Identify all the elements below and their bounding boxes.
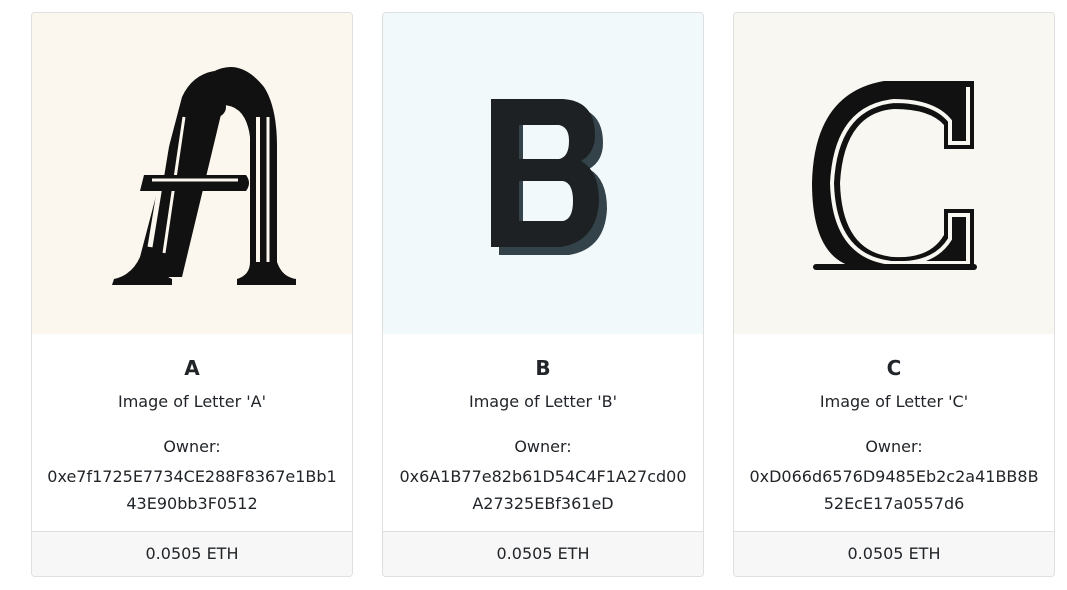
owner-label: Owner: (163, 437, 221, 456)
price-footer: 0.0505 ETH (383, 531, 703, 576)
owner-address: 0xD066d6576D9485Eb2c2a41BB8B52EcE17a0557… (749, 467, 1039, 513)
owner-label: Owner: (514, 437, 572, 456)
nft-card-c[interactable]: C Image of Letter 'C' Owner: 0xD066d6576… (733, 12, 1055, 577)
card-description: Image of Letter 'C' (819, 392, 969, 411)
price-footer: 0.0505 ETH (734, 531, 1054, 576)
letter-b-image (383, 13, 703, 334)
nft-card-a[interactable]: A Image of Letter 'A' Owner: 0xe7f1725E7… (31, 12, 353, 577)
nft-card-b[interactable]: B Image of Letter 'B' Owner: 0x6A1B77e82… (382, 12, 704, 577)
card-description: Image of Letter 'A' (118, 392, 266, 411)
card-title: C (886, 356, 902, 380)
price-footer: 0.0505 ETH (32, 531, 352, 576)
letter-a-image (32, 13, 352, 334)
owner-address: 0xe7f1725E7734CE288F8367e1Bb143E90bb3F05… (47, 467, 337, 513)
card-title: B (535, 356, 551, 380)
letter-c-image (734, 13, 1054, 334)
card-description: Image of Letter 'B' (468, 392, 617, 411)
card-title: A (184, 356, 200, 380)
owner-address: 0x6A1B77e82b61D54C4F1A27cd00A27325EBf361… (399, 467, 687, 513)
owner-label: Owner: (865, 437, 923, 456)
